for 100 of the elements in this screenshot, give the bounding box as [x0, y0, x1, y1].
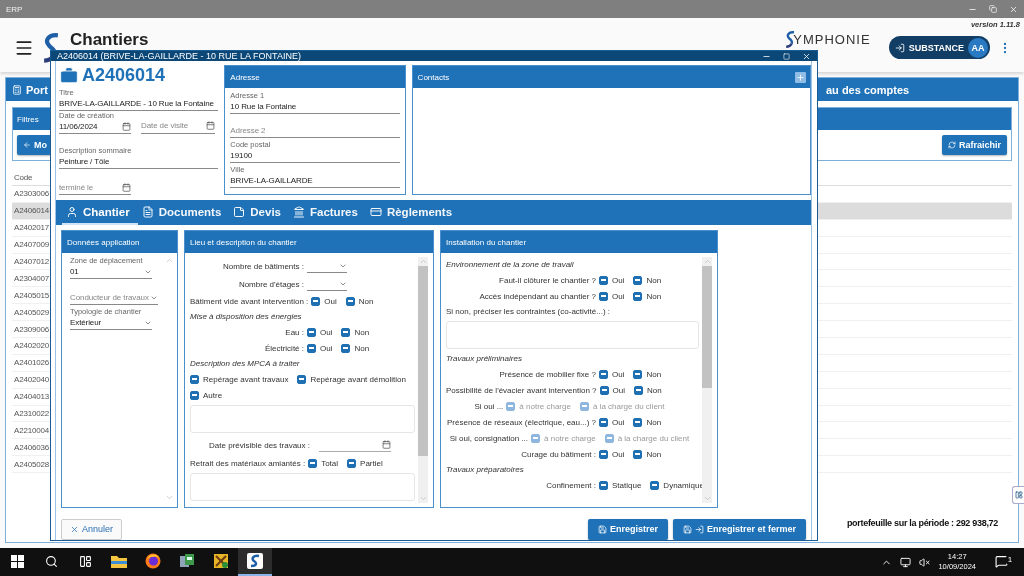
cancel-button[interactable]: Annuler: [61, 518, 123, 540]
back-button[interactable]: Mo: [17, 135, 53, 155]
date-field[interactable]: Date de visite: [141, 119, 215, 134]
checkbox[interactable]: [347, 458, 357, 468]
browser-icon[interactable]: [145, 553, 161, 569]
calendar-icon: [382, 440, 391, 449]
date-field[interactable]: terminé le: [59, 181, 131, 195]
checkbox[interactable]: [599, 275, 608, 285]
checkbox[interactable]: [599, 449, 608, 459]
section-heading: Mise à disposition des énergies: [190, 311, 303, 323]
exit-icon: [694, 524, 704, 534]
checkbox[interactable]: [345, 296, 355, 306]
panel-title: Filtres: [17, 114, 39, 124]
checkbox[interactable]: [190, 390, 199, 400]
search-icon[interactable]: [44, 554, 58, 568]
panel-icon: [1014, 491, 1023, 499]
section-heading: Travaux préliminaires: [446, 353, 523, 365]
checkbox[interactable]: [599, 417, 608, 427]
checkbox[interactable]: [633, 385, 643, 395]
checkbox[interactable]: [633, 369, 643, 379]
folder-icon[interactable]: [111, 554, 127, 568]
checkbox-label: à notre charge: [519, 401, 571, 411]
table-cell-text: A2404013: [13, 392, 49, 402]
field-label: Électricité :: [263, 343, 304, 353]
checkbox[interactable]: [311, 296, 321, 306]
save-icon: [682, 524, 692, 534]
calendar-icon: [206, 121, 215, 130]
close-icon[interactable]: [802, 51, 811, 61]
checkbox[interactable]: [190, 374, 199, 384]
save-button[interactable]: Enregistrer: [587, 518, 668, 540]
windows-logo-icon[interactable]: [10, 554, 24, 568]
checkbox-label: Oui: [612, 291, 625, 301]
checkbox-label: Non: [646, 385, 662, 395]
tab-icon: [66, 205, 78, 218]
checkbox-label: Oui: [320, 327, 333, 337]
refresh-icon: [947, 141, 956, 149]
dropdown[interactable]: Conducteur de travaux: [70, 291, 158, 305]
arrow-left-icon: [23, 141, 31, 149]
checkbox-label: Non: [646, 291, 662, 301]
checkbox-label: Non: [646, 417, 662, 427]
table-cell-text: A2210004: [13, 425, 49, 435]
scroll-up-icon: [418, 257, 428, 266]
page-title: Chantiers: [70, 31, 149, 49]
company-button[interactable]: SUBSTANCE AA: [888, 36, 990, 59]
tab[interactable]: Règlements: [365, 200, 461, 225]
refresh-button[interactable]: Rafraichir: [941, 135, 1007, 155]
tab[interactable]: Chantier: [62, 200, 138, 225]
field-label: Faut-il clôturer le chantier ?: [498, 275, 596, 285]
scrollbar[interactable]: [418, 257, 428, 503]
checkbox[interactable]: [341, 327, 351, 337]
text-field[interactable]: Adresse 2: [230, 124, 400, 138]
network-icon[interactable]: [900, 556, 912, 568]
checkbox[interactable]: [307, 343, 316, 353]
scrollbar[interactable]: [702, 257, 712, 503]
add-button[interactable]: [795, 71, 806, 83]
checkbox[interactable]: [307, 327, 316, 337]
checkbox-label: Statique: [612, 480, 642, 490]
checkbox-label: Partiel: [360, 458, 383, 468]
speaker-muted-icon[interactable]: [919, 556, 931, 568]
field-label: Présence de réseaux (électrique, eau...) ?: [446, 417, 596, 427]
notifications-icon[interactable]: [994, 554, 1008, 568]
tab[interactable]: Factures: [288, 200, 366, 225]
checkbox-label: Oui: [612, 369, 625, 379]
scrollbar[interactable]: [164, 256, 174, 502]
side-tab[interactable]: [1012, 486, 1024, 504]
checkbox[interactable]: [599, 385, 609, 395]
checkbox[interactable]: [650, 480, 660, 490]
tab[interactable]: Devis: [229, 200, 289, 225]
save-icon: [597, 524, 607, 534]
tab[interactable]: Documents: [137, 200, 230, 225]
tools-icon[interactable]: [213, 553, 229, 569]
taskbar-app[interactable]: [238, 548, 272, 576]
checkbox[interactable]: [599, 480, 608, 490]
section-heading: Travaux préparatoires: [446, 464, 525, 476]
checkbox-label: Non: [354, 327, 370, 337]
card-title: Port: [26, 83, 48, 96]
checkbox[interactable]: [633, 449, 643, 459]
checkbox[interactable]: [633, 417, 643, 427]
date-field[interactable]: [319, 438, 391, 452]
section-heading: Environnement de la zone de travail: [446, 259, 575, 271]
close-icon[interactable]: [1009, 4, 1018, 14]
task-view-icon[interactable]: [78, 554, 92, 568]
table-cell-text: A2406014: [13, 206, 49, 216]
panel-title: Installation du chantier: [446, 237, 527, 247]
checkbox[interactable]: [599, 369, 608, 379]
save-close-button[interactable]: Enregistrer et fermer: [672, 518, 806, 540]
app-logo-icon[interactable]: [247, 553, 263, 569]
checkbox-label: Non: [358, 296, 374, 306]
checkbox[interactable]: [599, 291, 608, 301]
checkbox[interactable]: [297, 374, 307, 384]
checkbox-label: Non: [646, 449, 662, 459]
checkbox[interactable]: [633, 275, 643, 285]
field-label: Si non, préciser les contraintes (co-activité...) :: [446, 306, 612, 318]
maximize-icon[interactable]: [783, 52, 790, 60]
checkbox[interactable]: [633, 291, 643, 301]
computer-stack-icon[interactable]: [179, 553, 195, 569]
tab-icon: [369, 205, 382, 218]
checkbox[interactable]: [308, 458, 318, 468]
checkbox[interactable]: [341, 343, 351, 353]
checkbox-label: Oui: [612, 417, 625, 427]
